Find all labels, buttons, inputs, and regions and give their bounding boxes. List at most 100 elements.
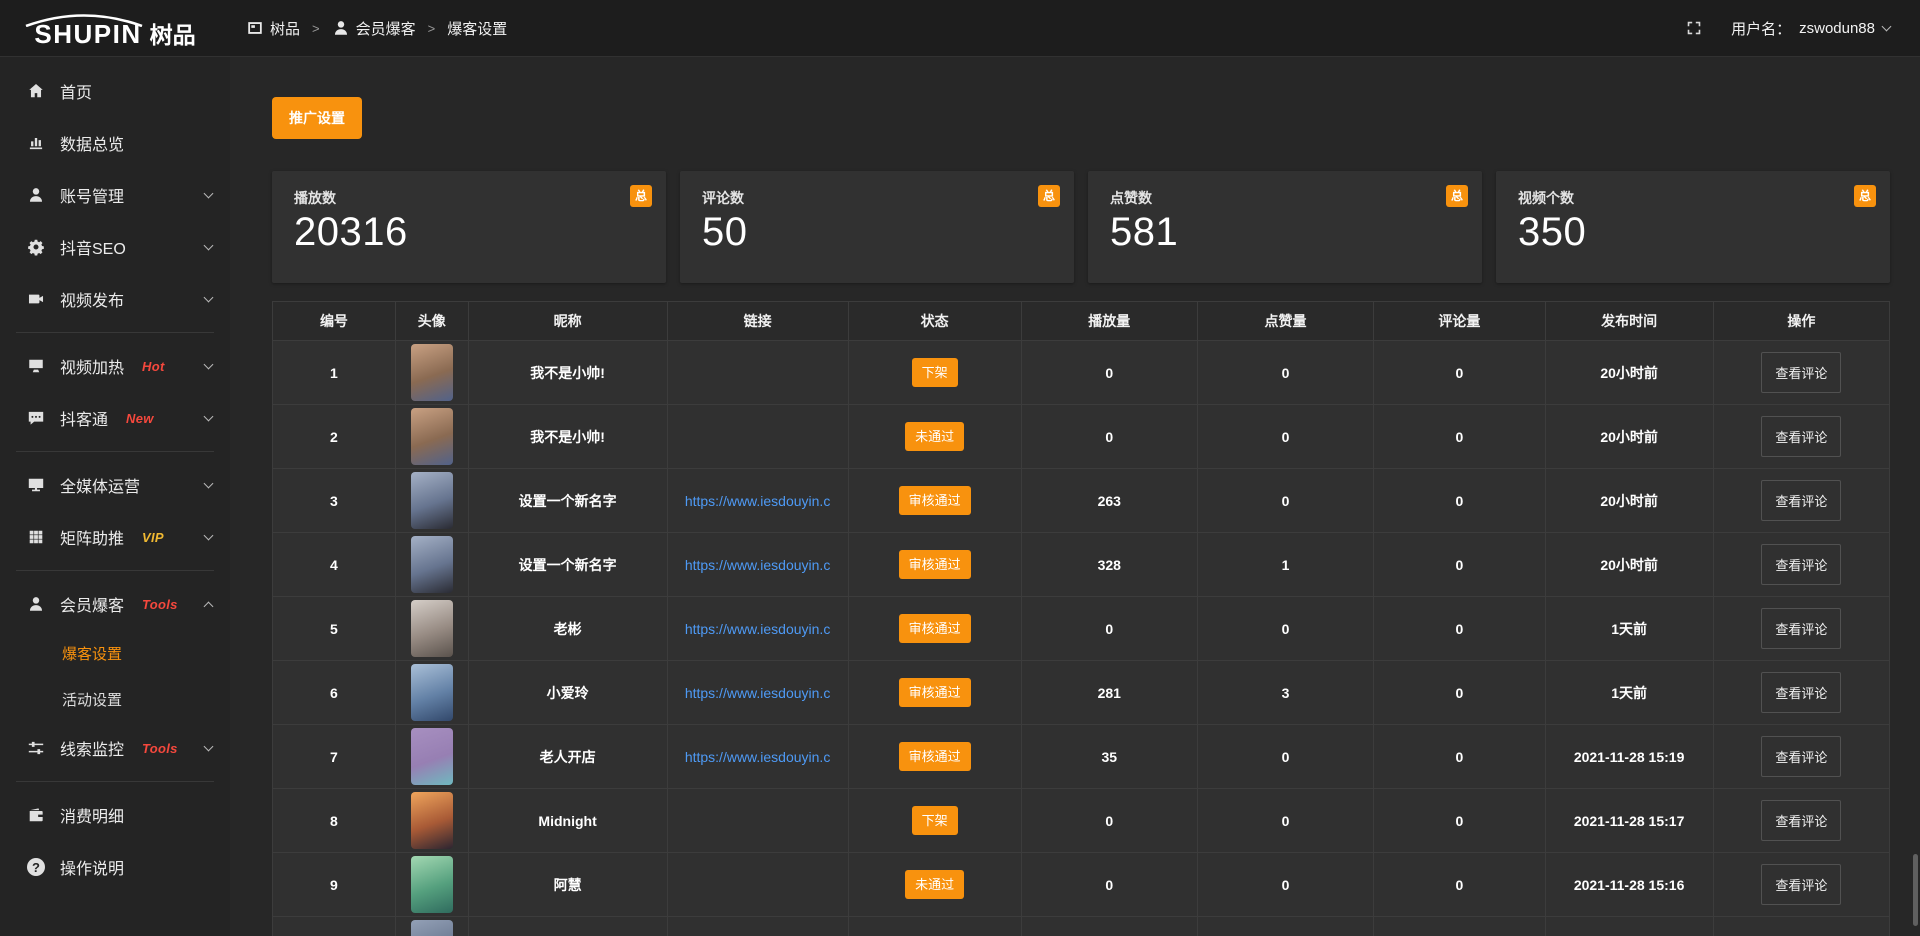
video-link[interactable]: https://www.iesdouyin.c [674,557,842,573]
cell-nickname: 设置一个新名字 [468,469,667,533]
cell-publish-time: 20小时前 [1545,533,1713,597]
videos-table-wrap: 编号头像昵称链接状态播放量点赞量评论量发布时间操作 1我不是小帅!下架00020… [272,301,1890,936]
videos-table: 编号头像昵称链接状态播放量点赞量评论量发布时间操作 1我不是小帅!下架00020… [272,301,1890,936]
sidebar-item-label: 消费明细 [60,803,124,827]
sidebar-subitem-baoke-settings[interactable]: 爆客设置 [0,630,230,676]
view-comments-button[interactable]: 查看评论 [1761,800,1841,841]
sidebar-item-data-overview[interactable]: 数据总览 [0,117,230,169]
username-label: 用户名： [1731,18,1791,39]
stats-row: 播放数20316总评论数50总点赞数581总视频个数350总 [272,171,1890,283]
sidebar-item-instructions[interactable]: ?操作说明 [0,841,230,893]
cell-likes: 3 [1197,661,1373,725]
cell-publish-time: 1天前 [1545,661,1713,725]
sidebar-item-video-heat[interactable]: 视频加热Hot [0,340,230,392]
sidebar-item-badge: Hot [142,359,165,374]
fullscreen-icon[interactable] [1685,19,1703,37]
video-link[interactable]: https://www.iesdouyin.c [674,621,842,637]
sidebar-item-member-baoke[interactable]: 会员爆客Tools [0,578,230,630]
cell-plays: 0 [1021,341,1197,405]
video-link[interactable]: https://www.iesdouyin.c [674,493,842,509]
avatar [411,600,453,657]
cell-status: 未通过 [848,405,1021,469]
chart-icon [26,134,46,152]
cell-actions: 查看评论 [1713,853,1889,917]
stat-card-4: 视频个数350总 [1496,171,1890,283]
sidebar-item-video-publish[interactable]: 视频发布 [0,273,230,325]
cell-publish-time: 20小时前 [1545,405,1713,469]
sidebar-item-matrix-boost[interactable]: 矩阵助推VIP [0,511,230,563]
sidebar-item-consumption-detail[interactable]: 消费明细 [0,789,230,841]
video-icon [26,290,46,308]
sidebar-item-douketong[interactable]: 抖客通New [0,392,230,444]
user-menu[interactable]: 用户名：zswodun88 [1731,18,1890,39]
status-badge[interactable]: 下架 [912,806,958,835]
view-comments-button[interactable]: 查看评论 [1761,480,1841,521]
avatar [411,664,453,721]
cell-comments: 0 [1374,789,1545,853]
cell-plays: 0 [1021,405,1197,469]
sidebar-item-label: 首页 [60,79,92,103]
status-badge[interactable]: 审核通过 [899,614,971,643]
header-right: 用户名：zswodun88 [1685,18,1890,39]
cell-likes: 0 [1197,405,1373,469]
chat-icon [26,409,46,427]
cell-avatar [395,341,468,405]
sidebar-divider [16,570,214,571]
view-comments-button[interactable]: 查看评论 [1761,544,1841,585]
cell-plays: 0 [1021,789,1197,853]
column-header: 链接 [667,302,848,341]
status-badge[interactable]: 未通过 [905,870,964,899]
view-comments-button[interactable]: 查看评论 [1761,864,1841,905]
home-icon [26,82,46,100]
status-badge[interactable]: 审核通过 [899,742,971,771]
status-badge[interactable]: 未通过 [905,422,964,451]
view-comments-button[interactable]: 查看评论 [1761,352,1841,393]
main-content: 推广设置 播放数20316总评论数50总点赞数581总视频个数350总 编号头像… [230,57,1920,936]
chevron-down-icon [204,531,214,541]
view-comments-button[interactable]: 查看评论 [1761,672,1841,713]
breadcrumb-item-2[interactable]: 会员爆客 [332,18,416,39]
cell-actions [1713,917,1889,936]
cell-nickname: 设置一个新名字 [468,533,667,597]
scrollbar-thumb[interactable] [1913,854,1918,926]
cell-plays: 0 [1021,853,1197,917]
cell-avatar [395,405,468,469]
cell-publish-time: 20小时前 [1545,469,1713,533]
status-badge[interactable]: 审核通过 [899,486,971,515]
sidebar-item-clue-monitor[interactable]: 线索监控Tools [0,722,230,774]
sidebar-item-label: 线索监控 [60,736,124,760]
sidebar-item-home[interactable]: 首页 [0,65,230,117]
cell-nickname: 我不是小帅! [468,341,667,405]
view-comments-button[interactable]: 查看评论 [1761,736,1841,777]
sidebar-item-account-manage[interactable]: 账号管理 [0,169,230,221]
question-icon: ? [26,858,46,876]
cell-likes: 0 [1197,853,1373,917]
app-logo[interactable]: SHUPIN 树品 [0,9,230,47]
breadcrumb-label: 树品 [270,18,300,39]
video-link[interactable]: https://www.iesdouyin.c [674,749,842,765]
promo-settings-button[interactable]: 推广设置 [272,97,362,139]
breadcrumb-item-1[interactable]: 树品 [246,18,300,39]
stat-card-1: 播放数20316总 [272,171,666,283]
view-comments-button[interactable]: 查看评论 [1761,608,1841,649]
table-row: 8Midnight下架0002021-11-28 15:17查看评论 [273,789,1890,853]
status-badge[interactable]: 下架 [912,358,958,387]
cell-id [273,917,396,936]
view-comments-button[interactable]: 查看评论 [1761,416,1841,457]
breadcrumb-label: 爆客设置 [447,18,507,39]
cell-likes: 0 [1197,725,1373,789]
video-link[interactable]: https://www.iesdouyin.c [674,685,842,701]
column-header: 发布时间 [1545,302,1713,341]
sidebar-item-omnimedia[interactable]: 全媒体运营 [0,459,230,511]
cell-nickname [468,917,667,936]
cell-status: 审核通过 [848,533,1021,597]
cell-likes [1197,917,1373,936]
status-badge[interactable]: 审核通过 [899,678,971,707]
cell-plays: 0 [1021,597,1197,661]
sidebar-subitem-activity-settings[interactable]: 活动设置 [0,676,230,722]
status-badge[interactable]: 审核通过 [899,550,971,579]
sidebar-item-douyin-seo[interactable]: 抖音SEO [0,221,230,273]
cell-link [667,917,848,936]
column-header: 评论量 [1374,302,1545,341]
column-header: 状态 [848,302,1021,341]
